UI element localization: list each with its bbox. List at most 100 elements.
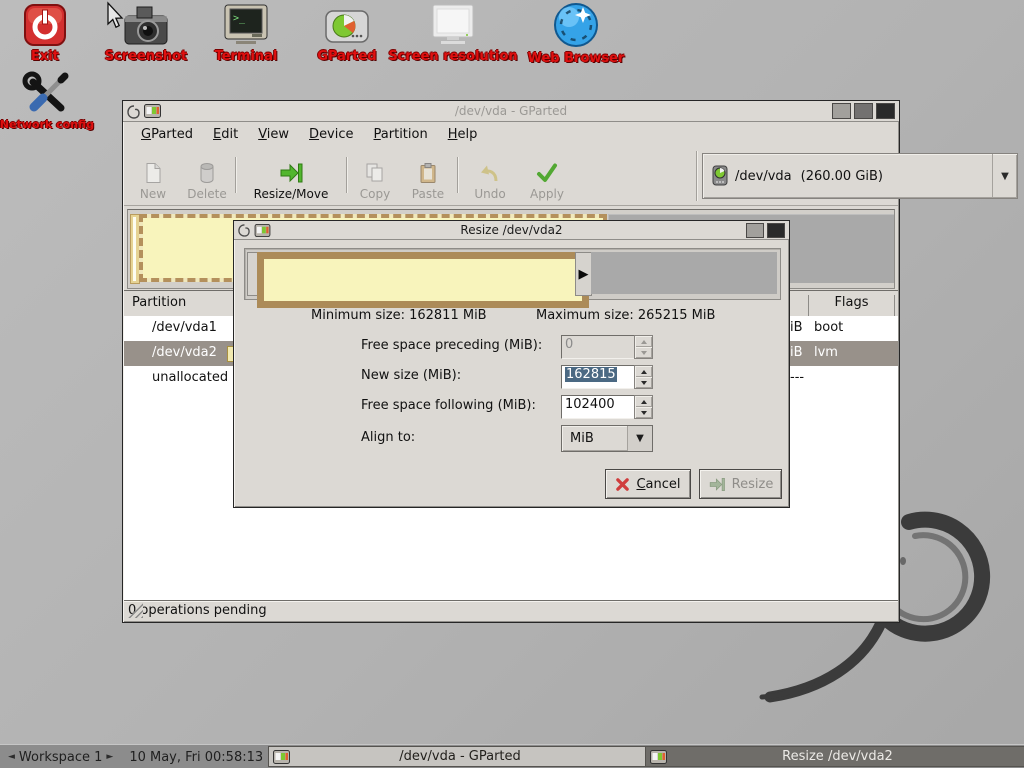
device-size: (260.00 GiB)	[801, 169, 883, 184]
maximum-size-label: Maximum size: 265215 MiB	[536, 308, 715, 323]
menu-partition[interactable]: Partition	[364, 125, 438, 144]
new-button[interactable]: New	[130, 151, 176, 201]
menu-edit[interactable]: Edit	[203, 125, 248, 144]
delete-button[interactable]: Delete	[182, 151, 232, 201]
taskbar-item-gparted[interactable]: /dev/vda - GParted	[268, 746, 653, 767]
desktop-icon-network-config[interactable]: Network config	[0, 70, 102, 131]
apply-label: Apply	[530, 187, 564, 201]
dialog-close-button[interactable]	[767, 223, 785, 238]
spin-down-icon[interactable]	[635, 377, 652, 388]
spin-up-icon[interactable]	[635, 366, 652, 377]
maximize-button[interactable]	[854, 103, 873, 119]
new-size-label: New size (MiB):	[361, 368, 461, 383]
spin-down-icon	[635, 347, 652, 358]
partition-cell: /dev/vda2	[152, 345, 217, 360]
desktop-icon-label: Screenshot	[105, 49, 188, 64]
flags-column-header[interactable]: Flags	[808, 295, 895, 316]
free-space-following-label: Free space following (MiB):	[361, 398, 536, 413]
menu-help[interactable]: Help	[438, 125, 488, 144]
field-value-selected: 162815	[565, 367, 617, 382]
field-value: 102400	[565, 397, 615, 412]
monitor-icon	[429, 3, 477, 47]
workspace-next-arrow-icon[interactable]: ►	[102, 752, 117, 762]
desktop: Exit Screenshot >_ Terminal	[0, 0, 1024, 768]
dialog-titlebar[interactable]: Resize /dev/vda2	[234, 221, 789, 240]
free-space-following-field[interactable]: 102400	[561, 395, 635, 419]
disk-partition-icon	[324, 7, 370, 47]
resize-move-button[interactable]: Resize/Move	[241, 151, 341, 201]
partition-cell: unallocated	[152, 370, 228, 385]
statusbar: 0 operations pending	[124, 600, 898, 621]
right-resize-handle[interactable]: ▶	[575, 252, 592, 296]
svg-text:>_: >_	[233, 13, 246, 24]
free-space-area	[591, 252, 777, 294]
free-space-following-spinner[interactable]	[634, 395, 653, 419]
minimize-button[interactable]	[832, 103, 851, 119]
new-size-field[interactable]: 162815	[561, 365, 635, 389]
gparted-window-icon	[144, 104, 161, 118]
delete-partition-icon	[195, 162, 219, 184]
minimum-size-label: Minimum size: 162811 MiB	[311, 308, 487, 323]
paste-button[interactable]: Paste	[404, 151, 452, 201]
desktop-icon-label: GParted	[317, 49, 376, 64]
spin-down-icon[interactable]	[635, 407, 652, 418]
apply-icon	[535, 162, 559, 184]
copy-button[interactable]: Copy	[352, 151, 398, 201]
flags-cell: lvm	[814, 345, 838, 360]
partition-area[interactable]	[257, 252, 589, 308]
clock: 10 May, Fri 00:58:13	[129, 750, 263, 765]
window-title: /dev/vda - GParted	[123, 104, 899, 118]
new-size-spinner[interactable]	[634, 365, 653, 389]
device-disk-icon	[711, 165, 729, 187]
partition-column-header[interactable]: Partition	[132, 295, 186, 310]
workspace-prev-arrow-icon[interactable]: ◄	[4, 752, 19, 762]
resize-button[interactable]: Resize	[699, 469, 782, 499]
spin-up-icon	[635, 336, 652, 347]
main-titlebar[interactable]: /dev/vda - GParted	[123, 101, 899, 122]
toolbar-separator	[457, 157, 458, 193]
power-icon	[23, 3, 67, 47]
resize-label: Resize	[732, 477, 774, 492]
camera-icon	[121, 3, 171, 47]
menu-device[interactable]: Device	[299, 125, 363, 144]
delete-label: Delete	[187, 187, 226, 201]
toolbar-separator	[346, 157, 347, 193]
align-to-dropdown[interactable]: MiB ▼	[561, 425, 653, 452]
new-label: New	[140, 187, 166, 201]
undo-label: Undo	[474, 187, 505, 201]
desktop-icon-web-browser[interactable]: Web Browser	[516, 1, 636, 66]
size-cell-fragment: iB	[790, 320, 803, 335]
taskbar: ◄ Workspace 1 ► 10 May, Fri 00:58:13 ◄ ►…	[0, 744, 1024, 768]
apply-button[interactable]: Apply	[522, 151, 572, 201]
flags-cell: boot	[814, 320, 843, 335]
workspace-label[interactable]: Workspace 1	[19, 750, 102, 765]
field-value: 0	[565, 337, 573, 352]
desktop-icon-exit[interactable]: Exit	[0, 3, 90, 64]
right-arrow-icon: ▶	[579, 267, 589, 282]
gparted-task-icon	[650, 750, 667, 764]
align-to-value: MiB	[562, 431, 594, 446]
cancel-button[interactable]: Cancel	[605, 469, 691, 499]
size-cell-fragment: iB	[790, 345, 803, 360]
desktop-icon-terminal[interactable]: >_ Terminal	[201, 3, 291, 64]
device-selector[interactable]: /dev/vda (260.00 GiB) ▼	[702, 153, 1018, 199]
task-title: Resize /dev/vda2	[667, 749, 1024, 764]
desktop-icon-screen-resolution[interactable]: Screen resolution	[388, 3, 518, 64]
debian-swirl-icon	[238, 223, 250, 237]
task-title: /dev/vda - GParted	[290, 749, 648, 764]
menu-view[interactable]: View	[248, 125, 299, 144]
menu-gparted[interactable]: GParted	[131, 125, 203, 144]
dialog-maximize-button[interactable]	[746, 223, 764, 238]
spin-up-icon[interactable]	[635, 396, 652, 407]
close-button[interactable]	[876, 103, 895, 119]
desktop-icon-gparted[interactable]: GParted	[302, 7, 392, 64]
desktop-icon-screenshot[interactable]: Screenshot	[101, 3, 191, 64]
terminal-icon: >_	[222, 3, 270, 47]
copy-label: Copy	[360, 187, 390, 201]
taskbar-item-resize-dialog[interactable]: Resize /dev/vda2	[645, 746, 1024, 767]
device-dropdown-arrow-icon[interactable]: ▼	[992, 154, 1017, 198]
partition-cell: /dev/vda1	[152, 320, 217, 335]
size-cell-fragment: ---	[790, 370, 804, 385]
undo-button[interactable]: Undo	[464, 151, 516, 201]
resize-slider: ▶	[244, 248, 781, 300]
